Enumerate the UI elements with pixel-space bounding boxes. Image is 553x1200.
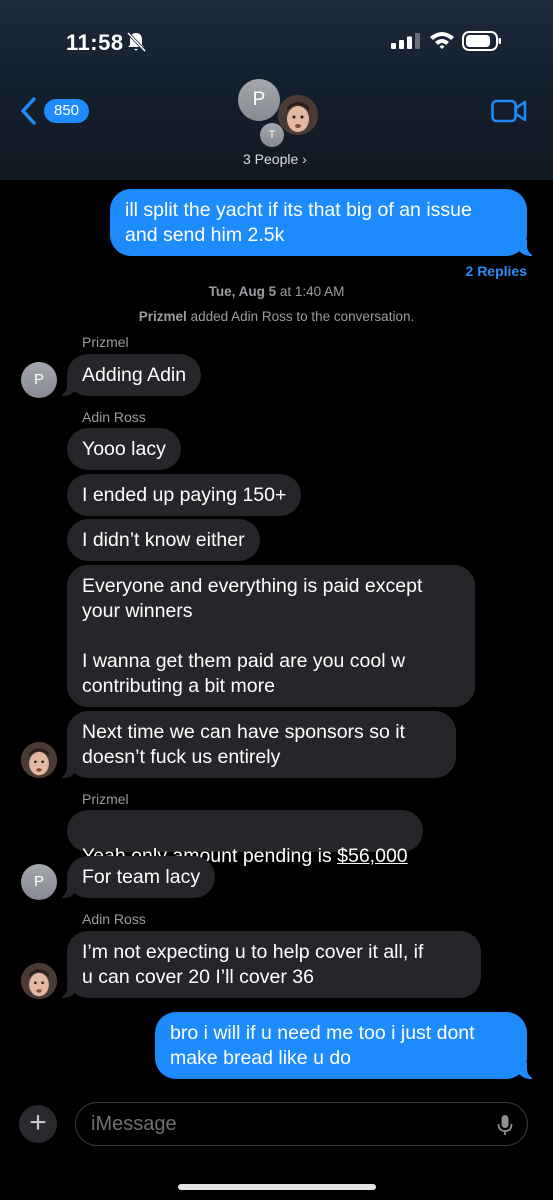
home-indicator [178,1184,376,1190]
message-incoming[interactable]: I didn’t know either [67,519,260,561]
sender-name: Prizmel [82,791,129,807]
message-incoming[interactable]: Adding Adin [56,354,202,396]
message-outgoing[interactable]: ill split the yacht if its that big of a… [110,189,537,256]
avatar[interactable]: P [238,79,280,121]
sender-name: Adin Ross [82,911,146,927]
signal-icon [391,33,420,49]
bell-slash-icon [126,31,146,53]
message-input-placeholder: iMessage [91,1113,177,1135]
replies-link[interactable]: 2 Replies [466,263,527,279]
avatar[interactable]: T [260,123,284,147]
timestamp: Tue, Aug 5 at 1:40 AM [208,284,345,299]
avatar[interactable] [21,742,57,778]
conversation-header: 11:58 850 P T 3 People › [0,0,553,180]
message-incoming[interactable]: Yooo lacy [67,428,181,470]
chevron-left-icon[interactable] [18,96,40,126]
wifi-icon [430,32,454,49]
back-unread-badge[interactable]: 850 [44,99,90,123]
person-photo-icon [278,95,318,135]
message-incoming[interactable]: For team lacy [56,856,216,898]
message-outgoing[interactable]: bro i will if u need me too i just dont … [155,1012,537,1079]
message-incoming[interactable]: I ended up paying 150+ [67,474,302,516]
avatar[interactable] [21,963,57,999]
avatar[interactable]: P [21,362,57,398]
sender-name: Prizmel [82,334,129,350]
person-photo-icon [21,963,57,999]
status-time: 11:58 [66,30,124,55]
message-incoming[interactable]: Everyone and everything is paid except y… [67,565,475,707]
message-incoming[interactable]: Yeah only amount pending is $56,000 [67,810,423,867]
battery-icon [462,31,501,51]
message-incoming[interactable]: Next time we can have sponsors so it doe… [57,711,456,778]
amount-link[interactable]: $56,000 [337,845,408,867]
avatar[interactable] [278,95,318,135]
video-icon[interactable] [491,98,527,124]
person-photo-icon [21,742,57,778]
sender-name: Adin Ross [82,409,146,425]
group-name[interactable]: 3 People › [243,151,307,167]
message-incoming[interactable]: I’m not expecting u to help cover it all… [57,931,481,998]
add-attachment-button[interactable]: + [19,1105,57,1143]
mic-icon[interactable] [497,1114,513,1136]
system-message: Prizmel added Adin Ross to the conversat… [138,309,415,324]
message-input[interactable]: iMessage [75,1102,528,1146]
avatar[interactable]: P [21,864,57,900]
